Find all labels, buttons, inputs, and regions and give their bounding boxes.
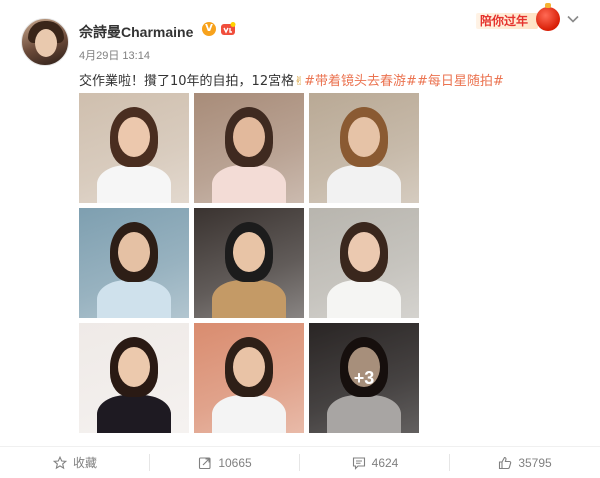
photo-grid: +3 — [79, 93, 419, 433]
verified-badge-icon: V — [202, 22, 216, 36]
hashtag-link[interactable]: #每日星随拍# — [417, 74, 504, 89]
repost-count: 10665 — [218, 455, 252, 470]
grid-photo[interactable] — [194, 93, 304, 203]
cny-banner[interactable]: 陪你过年 — [476, 3, 560, 33]
chevron-down-icon[interactable] — [566, 12, 580, 26]
favorite-button[interactable]: 收藏 — [0, 447, 150, 478]
repost-button[interactable]: 10665 — [150, 447, 300, 478]
grid-photo[interactable]: +3 — [309, 323, 419, 433]
grid-photo[interactable] — [79, 208, 189, 318]
weibo-post-card: 佘詩曼Charmaine V 4月29日 13:14 陪你过年 交作業啦！攢了1… — [0, 0, 600, 478]
lantern-icon — [536, 3, 560, 31]
comment-button[interactable]: 4624 — [300, 447, 450, 478]
grid-photo[interactable] — [194, 208, 304, 318]
victory-hand-emoji: ✌ — [294, 74, 305, 88]
like-count: 35795 — [518, 455, 552, 470]
star-icon — [52, 455, 67, 469]
post-text-main: 交作業啦！攢了10年的自拍，12宮格 — [79, 74, 295, 89]
avatar[interactable] — [21, 18, 69, 66]
post-text: 交作業啦！攢了10年的自拍，12宮格✌#带着镜头去春游##每日星随拍# — [79, 70, 504, 89]
like-button[interactable]: 35795 — [450, 447, 600, 478]
favorite-label: 收藏 — [72, 456, 97, 470]
comment-icon — [352, 456, 365, 470]
repost-icon — [199, 456, 211, 469]
grid-photo[interactable] — [194, 323, 304, 433]
cny-banner-label: 陪你过年 — [480, 14, 529, 28]
action-bar: 收藏 10665 4624 35795 — [0, 446, 600, 478]
grid-photo[interactable] — [79, 323, 189, 433]
grid-photo[interactable] — [79, 93, 189, 203]
vip-level-icon — [221, 22, 236, 35]
more-photos-count[interactable]: +3 — [309, 323, 419, 433]
grid-photo[interactable] — [309, 93, 419, 203]
thumb-up-icon — [499, 456, 512, 469]
hashtag-link[interactable]: #带着镜头去春游# — [304, 74, 417, 89]
post-timestamp[interactable]: 4月29日 13:14 — [79, 47, 150, 63]
author-name[interactable]: 佘詩曼Charmaine — [79, 22, 193, 42]
comment-count: 4624 — [371, 455, 399, 470]
grid-photo[interactable] — [309, 208, 419, 318]
